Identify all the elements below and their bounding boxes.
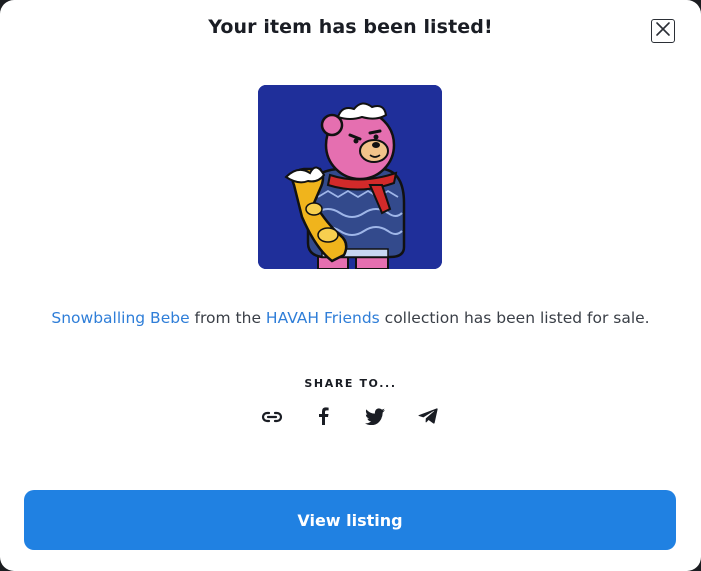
- close-icon: [655, 21, 671, 41]
- share-telegram-button[interactable]: [414, 405, 442, 431]
- listing-success-modal: Your item has been listed! Snowballing B…: [0, 0, 701, 571]
- view-listing-button[interactable]: View listing: [24, 490, 676, 550]
- share-label: SHARE TO...: [304, 377, 397, 390]
- twitter-icon: [365, 407, 385, 429]
- facebook-icon: [317, 407, 329, 429]
- description-from-text: from the: [194, 309, 261, 327]
- collection-name-link[interactable]: HAVAH Friends: [266, 309, 380, 327]
- share-facebook-button[interactable]: [309, 405, 337, 431]
- item-name-link[interactable]: Snowballing Bebe: [51, 309, 189, 327]
- share-copy-link-button[interactable]: [258, 405, 286, 431]
- nft-image: [258, 85, 442, 269]
- share-buttons: [257, 405, 447, 431]
- link-icon: [261, 409, 283, 428]
- telegram-icon: [418, 408, 438, 428]
- close-button[interactable]: [651, 19, 675, 43]
- share-twitter-button[interactable]: [361, 405, 389, 431]
- description-suffix-text: collection has been listed for sale.: [384, 309, 650, 327]
- modal-title: Your item has been listed!: [208, 16, 493, 38]
- listing-description: Snowballing Bebe from the HAVAH Friends …: [0, 309, 701, 327]
